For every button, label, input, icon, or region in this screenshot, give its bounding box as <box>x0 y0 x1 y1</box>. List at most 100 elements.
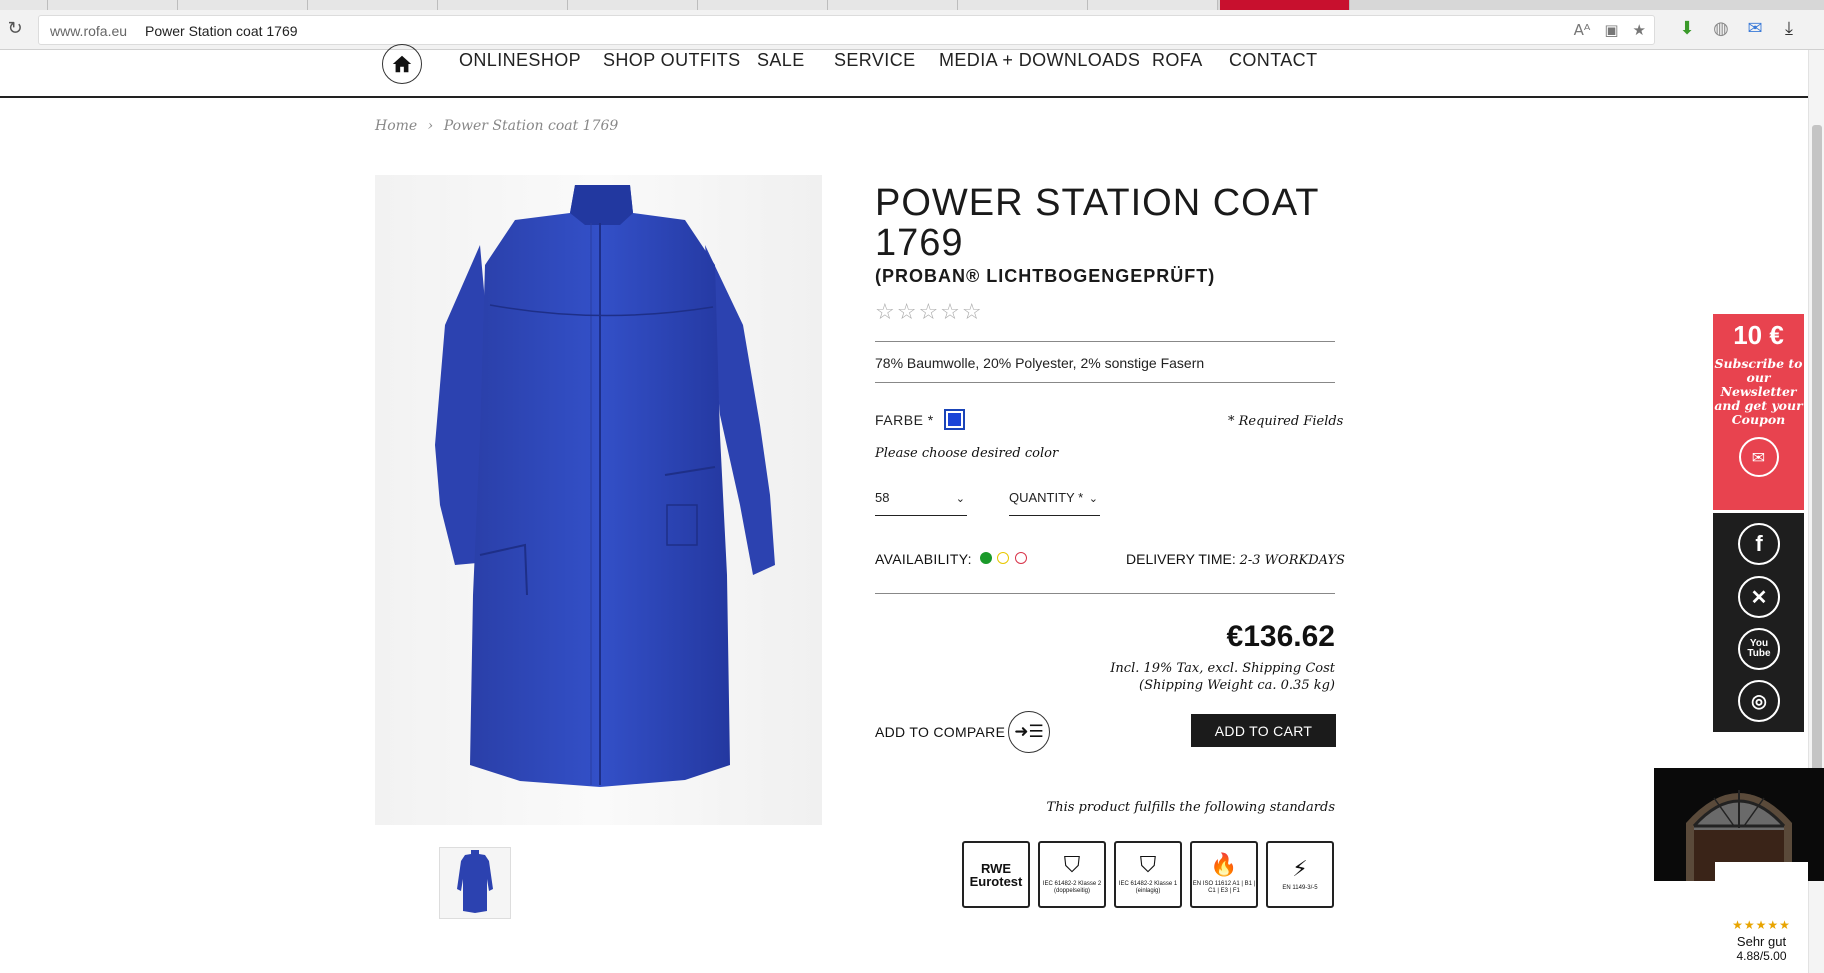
browser-tab[interactable] <box>1088 0 1218 10</box>
availability-dot-yellow <box>997 552 1009 564</box>
product-subtitle: (PROBAN® LICHTBOGENGEPRÜFT) <box>875 266 1216 286</box>
browser-tab[interactable] <box>178 0 308 10</box>
mail-extension-icon[interactable]: ✉ <box>1744 18 1766 39</box>
lightning-shield-icon: ⚡ <box>1292 856 1308 882</box>
divider <box>875 341 1335 342</box>
url-page-title: Power Station coat 1769 <box>145 23 298 39</box>
standard-badge-en-iso-11612[interactable]: 🔥 EN ISO 11612 A1 | B1 | C1 | E3 | F1 <box>1190 841 1258 908</box>
browser-tab[interactable] <box>0 0 48 10</box>
browser-toolbar: ↻ www.rofa.eu Power Station coat 1769 Aᴬ… <box>0 10 1824 50</box>
compare-list-icon: ➜☰ <box>1014 722 1044 742</box>
newsletter-coupon-widget[interactable]: 10 € Subscribe to our Newsletter and get… <box>1713 314 1804 510</box>
download-extension-icon[interactable]: ⬇ <box>1676 18 1698 39</box>
trusted-rating-stars: ★★★★★ <box>1732 918 1791 932</box>
breadcrumb-home[interactable]: Home <box>375 118 417 134</box>
size-select[interactable]: 58 ⌄ <box>875 490 967 516</box>
standards-note: This product fulfills the following stan… <box>1046 800 1335 815</box>
browser-tab[interactable] <box>568 0 698 10</box>
standard-badge-iec-61482-class2[interactable]: ⛉ IEC 61482-2 Klasse 2 (doppelseitig) <box>1038 841 1106 908</box>
quantity-select[interactable]: QUANTITY * ⌄ <box>1009 490 1100 516</box>
coat-thumbnail-image <box>457 850 493 913</box>
chevron-down-icon: ⌄ <box>955 493 965 505</box>
home-icon <box>392 55 412 73</box>
trusted-shops-badge[interactable]: ★★★★★ Sehr gut 4.88/5.00 <box>1715 862 1808 973</box>
tax-line: Incl. 19% Tax, excl. Shipping Cost <box>1110 661 1335 676</box>
browser-tab[interactable] <box>828 0 958 10</box>
xing-icon[interactable]: ✕ <box>1738 576 1780 618</box>
downloads-icon[interactable]: ⤓ <box>1778 18 1800 39</box>
arc-shield-icon: ⛉ <box>1063 853 1081 878</box>
product-main-image[interactable] <box>375 175 822 825</box>
quantity-label: QUANTITY * <box>1009 490 1084 505</box>
badge-text: IEC 61482-2 Klasse 1 (einlagig) <box>1118 881 1178 894</box>
browser-tab[interactable] <box>48 0 178 10</box>
nav-contact[interactable]: CONTACT <box>1229 50 1317 70</box>
availability-dot-red <box>1015 552 1027 564</box>
nav-media-downloads[interactable]: MEDIA + DOWNLOADS <box>939 50 1140 70</box>
reader-icon[interactable]: ▣ <box>1604 21 1618 39</box>
product-price: €136.62 <box>1226 620 1335 653</box>
divider <box>875 593 1335 594</box>
rating-stars[interactable]: ☆☆☆☆☆ <box>875 300 984 325</box>
nav-service[interactable]: SERVICE <box>834 50 916 70</box>
badge-title: RWE Eurotest <box>969 860 1023 889</box>
choose-color-hint: Please choose desired color <box>875 446 1059 461</box>
delivery-label: DELIVERY TIME: <box>1126 551 1236 567</box>
reload-icon[interactable]: ↻ <box>4 18 26 40</box>
flame-shield-icon: 🔥 <box>1210 853 1238 878</box>
browser-tab[interactable] <box>958 0 1088 10</box>
browser-tab[interactable] <box>698 0 828 10</box>
standard-badge-iec-61482-class1[interactable]: ⛉ IEC 61482-2 Klasse 1 (einlagig) <box>1114 841 1182 908</box>
add-to-cart-button[interactable]: ADD TO CART <box>1191 714 1336 747</box>
badge-text: EN ISO 11612 A1 | B1 | C1 | E3 | F1 <box>1192 881 1256 894</box>
facebook-icon[interactable]: f <box>1738 523 1780 565</box>
browser-tab-active[interactable] <box>1220 0 1350 10</box>
browser-tab[interactable] <box>308 0 438 10</box>
address-bar[interactable]: www.rofa.eu Power Station coat 1769 Aᴬ ▣… <box>38 15 1655 45</box>
availability-label: AVAILABILITY: <box>875 551 972 567</box>
add-to-compare-button[interactable]: ➜☰ <box>1008 711 1050 753</box>
product-title: POWER STATION COAT 1769 <box>875 182 1319 264</box>
required-fields-note: * Required Fields <box>1228 414 1344 429</box>
standard-badge-en-1149[interactable]: ⚡ EN 1149-3/-5 <box>1266 841 1334 908</box>
nav-onlineshop[interactable]: ONLINESHOP <box>459 50 581 70</box>
main-navigation: ONLINESHOP SHOP OUTFITS SALE SERVICE MED… <box>0 44 1808 98</box>
badge-text: IEC 61482-2 Klasse 2 (doppelseitig) <box>1042 881 1102 894</box>
nav-shop-outfits[interactable]: SHOP OUTFITS <box>603 50 740 70</box>
nav-rofa[interactable]: ROFA <box>1152 50 1203 70</box>
social-links: f ✕ You Tube ◎ <box>1713 513 1804 732</box>
availability-dot-green <box>980 552 992 564</box>
globe-icon[interactable]: ◍ <box>1710 18 1732 39</box>
browser-tab-strip <box>0 0 1824 10</box>
add-to-compare-label[interactable]: ADD TO COMPARE <box>875 724 1005 740</box>
divider <box>875 382 1335 383</box>
badge-text: EN 1149-3/-5 <box>1282 884 1318 891</box>
color-label: FARBE * <box>875 412 934 428</box>
nav-sale[interactable]: SALE <box>757 50 805 70</box>
instagram-icon[interactable]: ◎ <box>1738 680 1780 722</box>
tax-info: Incl. 19% Tax, excl. Shipping Cost (Ship… <box>1045 660 1335 694</box>
youtube-icon[interactable]: You Tube <box>1738 628 1780 670</box>
browser-tab[interactable] <box>438 0 568 10</box>
trusted-rating-score: 4.88/5.00 <box>1736 949 1787 963</box>
trusted-rating-label: Sehr gut <box>1736 934 1787 949</box>
scrollbar-thumb[interactable] <box>1812 125 1822 815</box>
arc-shield-icon: ⛉ <box>1139 853 1157 878</box>
bookmark-star-icon[interactable]: ★ <box>1633 21 1646 39</box>
breadcrumb-current: Power Station coat 1769 <box>443 118 619 134</box>
translate-icon[interactable]: Aᴬ <box>1574 21 1591 39</box>
envelope-icon[interactable]: ✉ <box>1738 437 1779 477</box>
size-value: 58 <box>875 490 890 505</box>
chevron-down-icon: ⌄ <box>1088 493 1098 505</box>
breadcrumb: Home › Power Station coat 1769 <box>375 118 624 134</box>
coupon-amount: 10 € <box>1733 320 1784 350</box>
breadcrumb-separator: › <box>427 118 434 134</box>
shipping-weight-line: (Shipping Weight ca. 0.35 kg) <box>1139 678 1335 693</box>
newsletter-text: Subscribe to our Newsletter and get your… <box>1714 356 1803 427</box>
delivery-time: DELIVERY TIME: 2-3 WORKDAYS <box>1126 551 1345 568</box>
color-swatch-blue[interactable] <box>944 409 965 430</box>
standard-badge-rwe-eurotest[interactable]: RWE Eurotest <box>962 841 1030 908</box>
material-composition: 78% Baumwolle, 20% Polyester, 2% sonstig… <box>875 355 1205 371</box>
home-button[interactable] <box>382 44 422 84</box>
product-thumbnail[interactable] <box>439 847 511 919</box>
